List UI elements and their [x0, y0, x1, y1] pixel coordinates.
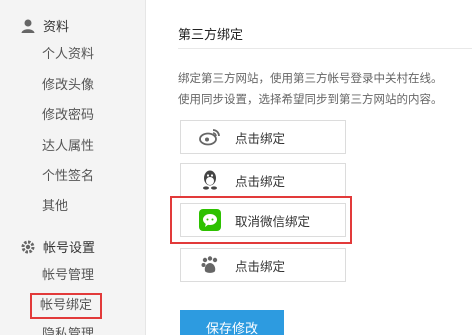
qq-icon	[199, 169, 221, 191]
section-profile-label: 资料	[43, 20, 70, 35]
bind-baidu-button[interactable]: 点击绑定	[180, 248, 346, 282]
save-button[interactable]: 保存修改	[180, 310, 284, 335]
sidebar-item-signature[interactable]: 个性签名	[42, 168, 94, 186]
bind-baidu-label: 点击绑定	[235, 258, 286, 274]
unbind-wechat-label: 取消微信绑定	[235, 213, 311, 229]
gear-icon	[20, 239, 36, 255]
sidebar-item-password[interactable]: 修改密码	[42, 107, 94, 125]
section-profile: 资料	[20, 16, 69, 35]
main-content: 第三方绑定 绑定第三方网站，使用第三方帐号登录中关村在线。 使用同步设置，选择希…	[146, 0, 472, 335]
weibo-icon	[199, 126, 221, 148]
bind-qq-button[interactable]: 点击绑定	[180, 163, 346, 197]
sidebar-item-privacy[interactable]: 隐私管理	[42, 326, 94, 335]
unbind-wechat-button[interactable]: 取消微信绑定	[180, 203, 346, 237]
sidebar-item-other[interactable]: 其他	[42, 198, 68, 216]
sidebar: 资料 个人资料 修改头像 修改密码 达人属性 个性签名 其他 帐号设置 帐号管理…	[0, 0, 146, 335]
baidu-icon	[199, 254, 221, 276]
bind-qq-label: 点击绑定	[235, 173, 286, 189]
page-title: 第三方绑定	[178, 28, 244, 43]
sidebar-item-avatar[interactable]: 修改头像	[42, 77, 94, 95]
description-line-1: 绑定第三方网站，使用第三方帐号登录中关村在线。	[178, 71, 443, 85]
sidebar-item-account-binding[interactable]: 帐号绑定	[30, 293, 103, 319]
description-line-2: 使用同步设置，选择希望同步到第三方网站的内容。	[178, 92, 443, 106]
section-account-label: 帐号设置	[43, 241, 96, 256]
wechat-icon	[199, 209, 221, 231]
sidebar-item-expert[interactable]: 达人属性	[42, 138, 94, 156]
divider	[178, 48, 472, 49]
bind-weibo-button[interactable]: 点击绑定	[180, 120, 346, 154]
bind-weibo-label: 点击绑定	[235, 130, 286, 146]
sidebar-item-personal-info[interactable]: 个人资料	[42, 46, 94, 64]
section-account: 帐号设置	[20, 237, 95, 256]
sidebar-item-account-manage[interactable]: 帐号管理	[42, 267, 94, 285]
user-icon	[20, 18, 36, 34]
